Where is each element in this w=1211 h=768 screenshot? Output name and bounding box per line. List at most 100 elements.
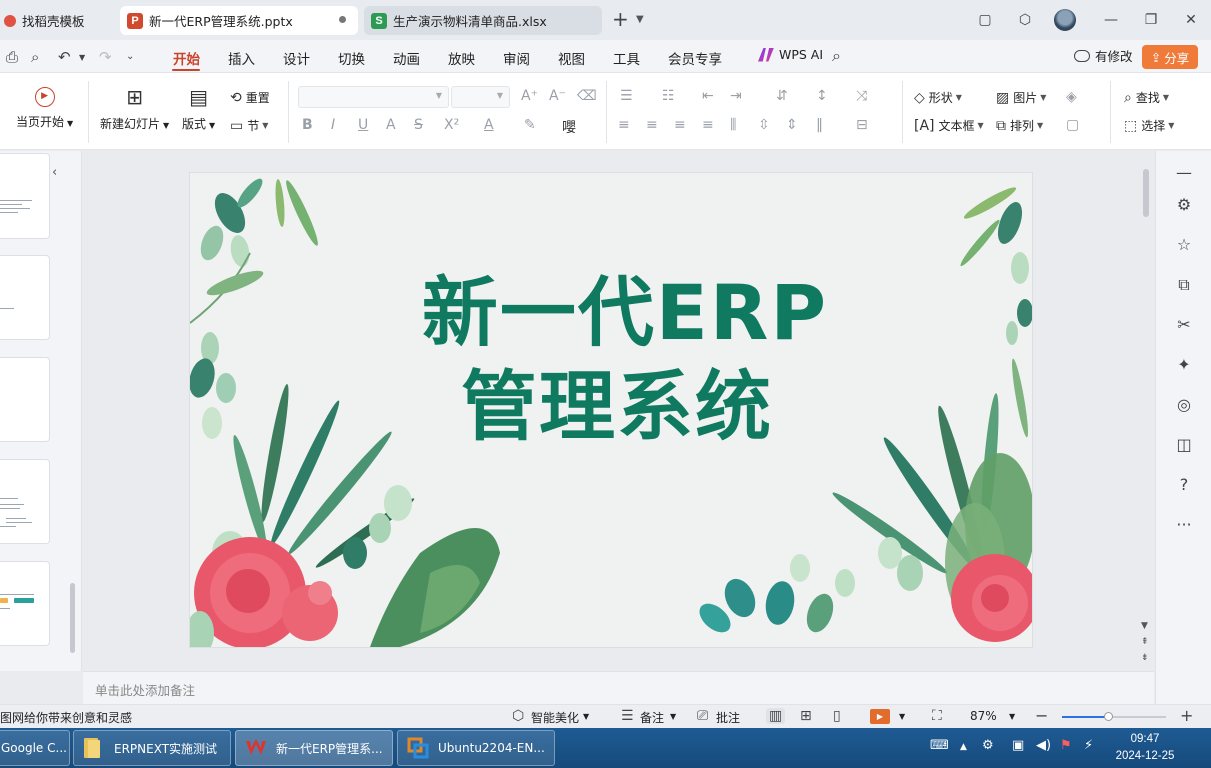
text-align-icon[interactable]: ⊟ bbox=[856, 117, 868, 133]
fill-icon[interactable]: ◈ bbox=[1066, 89, 1077, 105]
tab-view-icon[interactable]: ▢ bbox=[965, 0, 1005, 40]
animation-icon[interactable]: ◎ bbox=[1174, 395, 1194, 415]
zoom-out-icon[interactable]: − bbox=[1035, 706, 1048, 725]
properties-icon[interactable]: ⚙ bbox=[1174, 195, 1194, 215]
collapse-sidebar-icon[interactable]: — bbox=[1174, 163, 1194, 183]
chevron-down-icon[interactable]: ▼ bbox=[79, 53, 85, 62]
comments-button[interactable]: 批注 bbox=[716, 709, 740, 726]
settings-icon[interactable]: ⚙ bbox=[982, 738, 994, 753]
justify-icon[interactable]: ≡ bbox=[702, 117, 714, 133]
font-name-select[interactable]: ▼ bbox=[298, 86, 449, 108]
notes-placeholder[interactable]: 单击此处添加备注 bbox=[95, 680, 195, 699]
sort-icon[interactable]: ↕ bbox=[816, 88, 828, 104]
slide-sorter-icon[interactable]: ⊞ bbox=[800, 708, 812, 724]
tab-view[interactable]: 视图 bbox=[558, 48, 585, 68]
tab-tools[interactable]: 工具 bbox=[613, 48, 640, 68]
star-icon[interactable]: ☆ bbox=[1174, 235, 1194, 255]
distribute-icon[interactable]: ⫼ bbox=[730, 117, 736, 133]
zoom-in-icon[interactable]: + bbox=[1180, 706, 1193, 725]
print-preview-icon[interactable]: ⌕ bbox=[31, 48, 39, 66]
next-slide-icon[interactable]: ⇟ bbox=[1141, 653, 1149, 663]
volume-icon[interactable]: ◀) bbox=[1036, 738, 1051, 753]
slide-thumbnail[interactable] bbox=[0, 255, 50, 340]
tab-slideshow[interactable]: 放映 bbox=[448, 48, 475, 68]
beautify-icon[interactable]: ⬡ bbox=[512, 708, 524, 724]
taskbar-wps[interactable]: 新一代ERP管理系... bbox=[235, 730, 393, 766]
avatar[interactable] bbox=[1045, 0, 1085, 40]
canvas-scrollbar[interactable] bbox=[1143, 169, 1149, 217]
tab-insert[interactable]: 插入 bbox=[228, 48, 255, 68]
strikethrough-icon[interactable]: S bbox=[414, 117, 423, 133]
tools-icon[interactable]: ✂ bbox=[1174, 315, 1194, 335]
network-icon[interactable]: ▣ bbox=[1012, 738, 1024, 753]
align-right-icon[interactable]: ≡ bbox=[674, 117, 686, 133]
previous-slide-icon[interactable]: ⇞ bbox=[1141, 637, 1149, 647]
slide-title-line-2[interactable]: 管理系统 bbox=[196, 345, 1032, 455]
select-button[interactable]: ⬚ 选择 ▼ bbox=[1124, 117, 1174, 134]
paragraph-spacing-icon[interactable]: ⇕ bbox=[786, 117, 798, 133]
layout-button[interactable]: ▤ 版式 ▼ bbox=[182, 83, 215, 132]
scroll-down-arrow-icon[interactable]: ▼ bbox=[1141, 621, 1148, 631]
font-color-icon[interactable]: A bbox=[484, 117, 494, 133]
taskbar-vm[interactable]: Ubuntu2204-EN... bbox=[397, 730, 555, 766]
tab-spreadsheet[interactable]: S 生产演示物料清单商品.xlsx bbox=[364, 6, 602, 35]
clear-format-icon[interactable]: ⌫ bbox=[577, 88, 597, 104]
clock[interactable]: 09:47 2024-12-25 bbox=[1110, 731, 1180, 765]
chevron-down-icon[interactable]: ▼ bbox=[1009, 712, 1015, 721]
minimize-icon[interactable]: — bbox=[1091, 0, 1131, 40]
chevron-down-icon[interactable]: ▼ bbox=[636, 14, 644, 25]
tab-docer[interactable]: 找稻壳模板 bbox=[0, 6, 116, 35]
slide-thumbnail[interactable] bbox=[0, 561, 50, 646]
slide-thumbnail[interactable] bbox=[0, 459, 50, 544]
undo-icon[interactable]: ↶ bbox=[58, 48, 71, 66]
chevron-down-icon[interactable]: ⌄ bbox=[126, 51, 134, 62]
zoom-level[interactable]: 87% bbox=[970, 709, 997, 723]
show-hidden-icons[interactable]: ▲ bbox=[960, 742, 967, 752]
chevron-down-icon[interactable]: ▼ bbox=[670, 712, 676, 721]
cube-icon[interactable]: ⬡ bbox=[1005, 0, 1045, 40]
tab-presentation[interactable]: P 新一代ERP管理系统.pptx bbox=[120, 6, 358, 35]
line-spacing-icon[interactable]: ⇳ bbox=[758, 117, 770, 133]
columns-icon[interactable]: ‖ bbox=[816, 117, 823, 133]
highlight-icon[interactable]: ✎ bbox=[524, 117, 536, 133]
outline-icon[interactable]: ▢ bbox=[1066, 117, 1079, 133]
wps-ai-button[interactable]: WPS AI bbox=[758, 47, 823, 62]
shape-button[interactable]: ◇ 形状 ▼ bbox=[914, 89, 962, 106]
picture-button[interactable]: ▨ 图片 ▼ bbox=[996, 89, 1046, 106]
section-button[interactable]: ▭ 节 ▼ bbox=[230, 117, 268, 134]
normal-view-icon[interactable]: ▥ bbox=[766, 708, 786, 724]
zoom-slider-handle[interactable] bbox=[1104, 712, 1113, 721]
print-icon[interactable]: ⎙ bbox=[6, 48, 18, 66]
decrease-font-icon[interactable]: A⁻ bbox=[549, 88, 566, 104]
textbox-button[interactable]: [A] 文本框 ▼ bbox=[914, 117, 984, 134]
tab-animation[interactable]: 动画 bbox=[393, 48, 420, 68]
tab-review[interactable]: 审阅 bbox=[503, 48, 530, 68]
beautify-icon[interactable]: ✦ bbox=[1174, 355, 1194, 375]
slide-thumbnail[interactable] bbox=[0, 153, 50, 239]
collapse-pane-icon[interactable]: ‹ bbox=[52, 165, 57, 180]
decrease-indent-icon[interactable]: ⇤ bbox=[702, 88, 714, 104]
redo-icon[interactable]: ↷ bbox=[99, 48, 112, 66]
search-icon[interactable]: ⌕ bbox=[832, 46, 841, 66]
slide-thumbnail[interactable] bbox=[0, 357, 50, 442]
bullet-list-icon[interactable]: ☰ bbox=[620, 88, 633, 104]
reading-view-icon[interactable]: ▯ bbox=[833, 708, 841, 724]
modified-button[interactable]: 有修改 bbox=[1074, 46, 1133, 65]
align-center-icon[interactable]: ≡ bbox=[646, 117, 658, 133]
smart-beautify-button[interactable]: 智能美化 bbox=[531, 709, 579, 726]
notes-icon[interactable]: ☰ bbox=[621, 708, 634, 724]
find-button[interactable]: ⌕ 查找 ▼ bbox=[1124, 89, 1169, 106]
new-slide-button[interactable]: ⊞ 新建幻灯片 ▼ bbox=[100, 83, 169, 132]
reset-button[interactable]: ⟲ 重置 bbox=[230, 89, 270, 106]
phonetic-icon[interactable]: 嚶 bbox=[562, 117, 576, 137]
tab-transition[interactable]: 切换 bbox=[338, 48, 365, 68]
thumbnail-scrollbar[interactable] bbox=[70, 583, 75, 653]
more-icon[interactable]: ··· bbox=[1174, 515, 1194, 535]
comment-icon[interactable]: ⎚ bbox=[697, 708, 708, 724]
numbered-list-icon[interactable]: ☷ bbox=[662, 88, 675, 104]
notes-pane[interactable]: 单击此处添加备注 bbox=[83, 671, 1154, 704]
chevron-down-icon[interactable]: ▼ bbox=[899, 712, 905, 721]
text-direction-icon[interactable]: ⇵ bbox=[776, 88, 788, 104]
security-alert-icon[interactable]: ⚑ bbox=[1060, 738, 1072, 753]
increase-font-icon[interactable]: A⁺ bbox=[521, 88, 538, 104]
